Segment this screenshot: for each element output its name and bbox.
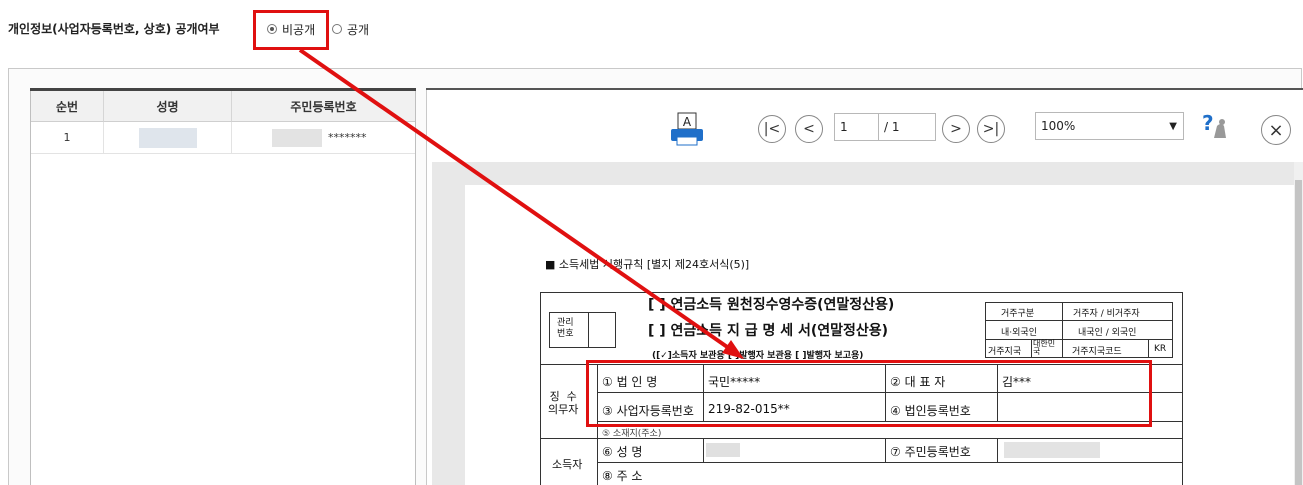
residence-col-line-2 — [1031, 339, 1032, 358]
form-border-right — [1182, 292, 1183, 485]
first-page-button[interactable]: |< — [758, 115, 786, 143]
residence-country-value: 대한민국 — [1033, 339, 1056, 356]
rrn-masked-suffix: ******* — [328, 131, 367, 144]
column-header-no[interactable]: 순번 — [31, 91, 104, 122]
earner-name-label: ⑥ 성 명 — [602, 445, 643, 459]
prev-page-button[interactable]: < — [795, 115, 823, 143]
nationality-value: 내국인 / 외국인 — [1078, 328, 1137, 338]
residence-country-code-label: 거주지국코드 — [1072, 347, 1122, 357]
column-header-name[interactable]: 성명 — [104, 91, 232, 122]
residence-col-line-3 — [1148, 339, 1149, 358]
table-row-name[interactable] — [104, 122, 232, 154]
residence-row-line-2 — [985, 339, 1173, 340]
nationality-label: 내·외국인 — [1001, 328, 1037, 338]
table-row-no[interactable]: 1 — [31, 122, 104, 154]
help-icon[interactable]: ? — [1200, 111, 1234, 144]
column-header-rrn[interactable]: 주민등록번호 — [232, 91, 415, 122]
masked-earner-rrn — [1004, 442, 1100, 458]
withholder-fields-highlight — [586, 360, 1152, 427]
svg-text:?: ? — [1202, 112, 1214, 135]
masked-name — [138, 127, 197, 148]
public-radio[interactable] — [332, 24, 342, 34]
next-page-button[interactable]: > — [942, 115, 970, 143]
table-row-rrn[interactable]: ******* — [232, 122, 415, 154]
earner-address-label: ⑧ 주 소 — [602, 469, 643, 483]
residence-type-label: 거주구분 — [1001, 309, 1035, 319]
chevron-down-icon: ▼ — [1169, 120, 1177, 132]
earner-col-line-1 — [703, 438, 704, 462]
earner-label: 소득자 — [552, 458, 583, 471]
form-border-top — [540, 292, 1182, 293]
svg-text:A: A — [683, 115, 692, 129]
form-title-statement: [ ] 연금소득 지 급 명 세 서(연말정산용) — [648, 323, 889, 339]
earner-col-line-3 — [997, 438, 998, 462]
earner-rrn-label: ⑦ 주민등록번호 — [890, 445, 971, 459]
rule-header: ■ 소득세법 시행규칙 [별지 제24호서식(5)] — [545, 258, 750, 271]
page-number-input[interactable]: 1 — [834, 113, 880, 141]
close-viewer-button[interactable]: × — [1261, 115, 1291, 145]
form-border-left — [540, 292, 541, 485]
form-title-receipt: [ ] 연금소득 원천징수영수증(연말정산용) — [648, 297, 895, 313]
privacy-disclosure-label: 개인정보(사업자등록번호, 상호) 공개여부 — [8, 22, 220, 36]
public-option-label[interactable]: 공개 — [347, 21, 369, 38]
masked-earner-name — [706, 443, 740, 457]
withholder-label: 징 수 의무자 — [548, 390, 579, 416]
masked-rrn-prefix — [272, 128, 322, 147]
residence-country-label: 거주지국 — [988, 347, 1022, 357]
page-total: / 1 — [878, 113, 936, 141]
manage-number-divider — [588, 312, 589, 348]
earner-col-line-2 — [885, 438, 886, 462]
zoom-value: 100% — [1041, 119, 1076, 133]
residence-col-line — [1062, 302, 1063, 358]
residence-country-code: KR — [1154, 344, 1167, 354]
viewer-top-border — [426, 88, 1303, 90]
earner-top-line — [540, 438, 1182, 439]
printer-icon[interactable]: A — [669, 111, 705, 147]
residence-row-line-1 — [985, 320, 1173, 321]
last-page-button[interactable]: >| — [977, 115, 1005, 143]
manage-number-label: 관리 번호 — [557, 318, 574, 339]
residence-type-value: 거주자 / 비거주자 — [1073, 309, 1140, 319]
scrollbar-thumb[interactable] — [1295, 180, 1302, 485]
zoom-select[interactable]: 100% ▼ — [1035, 112, 1184, 140]
earner-row-line — [597, 462, 1182, 463]
private-option-highlight — [253, 10, 329, 50]
